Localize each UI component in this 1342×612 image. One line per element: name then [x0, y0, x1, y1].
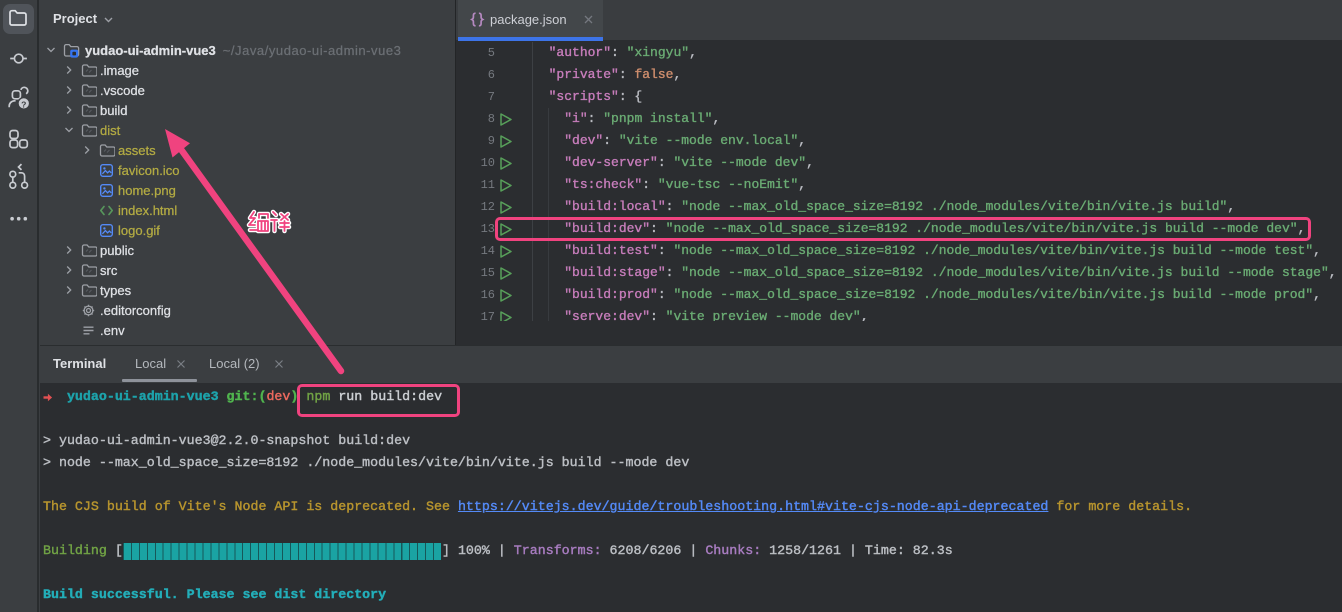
svg-text:?: ?	[21, 99, 26, 109]
